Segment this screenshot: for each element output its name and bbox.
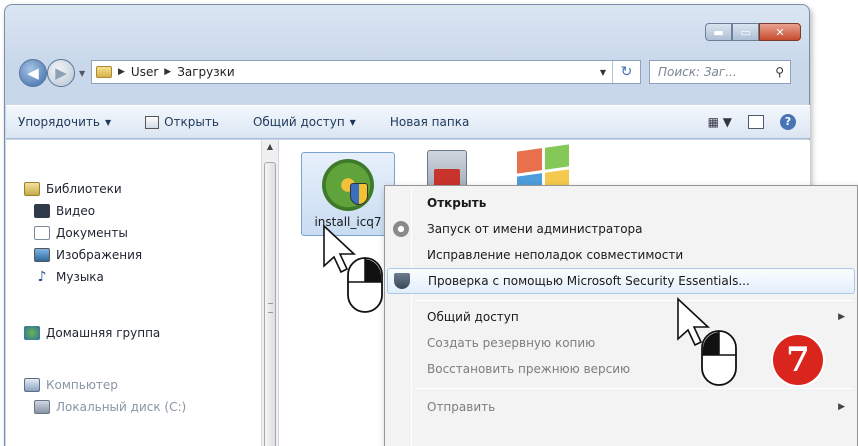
open-label: Открыть — [164, 115, 219, 129]
computer-icon — [24, 378, 40, 392]
menu-item-label: Открыть — [427, 196, 487, 210]
menu-separator — [415, 388, 853, 389]
mouse-right-button-icon — [347, 257, 383, 313]
menu-item-open[interactable]: Открыть — [387, 190, 855, 216]
scroll-up-icon[interactable]: ▲ — [262, 142, 278, 151]
nav-item-documents[interactable]: Документы — [34, 226, 128, 240]
search-icon[interactable]: ⚲ — [775, 65, 784, 79]
organize-label: Упорядочить — [18, 115, 100, 129]
search-input[interactable]: Поиск: Заг... ⚲ — [649, 60, 791, 84]
forward-button[interactable]: ▶ — [47, 59, 75, 87]
menu-item-label: Исправление неполадок совместимости — [427, 248, 684, 262]
menu-separator — [415, 300, 853, 301]
nav-item-local-disk[interactable]: Локальный диск (C:) — [34, 400, 186, 414]
menu-item-share[interactable]: Общий доступ ▶ — [387, 304, 855, 330]
menu-item-label: Запуск от имени администратора — [427, 222, 643, 236]
chevron-down-icon: ▼ — [104, 117, 112, 127]
address-bar[interactable]: ▶ User ▶ Загрузки ▼ ↻ — [91, 60, 641, 84]
menu-item-label: Восстановить прежнюю версию — [427, 362, 631, 376]
nav-label: Библиотеки — [46, 182, 122, 196]
preview-pane-icon[interactable] — [748, 115, 764, 129]
cursor-right-click-illustration — [323, 224, 383, 313]
new-folder-label: Новая папка — [389, 115, 470, 129]
scroll-thumb[interactable] — [264, 162, 276, 446]
menu-item-scan-mse[interactable]: Проверка с помощью Microsoft Security Es… — [387, 268, 855, 294]
nav-label: Документы — [56, 226, 128, 240]
back-arrow-icon: ◀ — [27, 64, 39, 82]
chevron-down-icon: ▼ — [349, 117, 356, 127]
nav-label: Компьютер — [46, 378, 118, 392]
nav-label: Локальный диск (C:) — [56, 400, 187, 414]
minimize-button[interactable]: ▬ — [705, 23, 732, 41]
new-folder-button[interactable]: Новая папка — [390, 115, 469, 129]
menu-item-label: Проверка с помощью Microsoft Security Es… — [428, 274, 750, 288]
nav-label: Видео — [56, 204, 96, 218]
breadcrumb-user[interactable]: User — [131, 65, 158, 79]
menu-item-troubleshoot[interactable]: Исправление неполадок совместимости — [387, 242, 855, 268]
address-row: ◀ ▶ ▼ ▶ User ▶ Загрузки ▼ ↻ Поиск: Заг..… — [19, 57, 791, 89]
context-menu: Открыть Запуск от имени администратора И… — [384, 185, 858, 446]
nav-label: Музыка — [56, 270, 104, 284]
share-label: Общий доступ — [252, 115, 345, 129]
open-button[interactable]: Открыть — [145, 115, 219, 129]
navigation-pane: Библиотеки Видео Документы Изображения ♪… — [6, 140, 261, 446]
help-icon[interactable]: ? — [780, 114, 796, 130]
documents-icon — [34, 226, 50, 240]
command-bar: Упорядочить ▼ Открыть Общий доступ ▼ Новая… — [6, 105, 810, 139]
menu-item-send-to[interactable]: Отправить ▶ — [387, 394, 855, 420]
back-button[interactable]: ◀ — [19, 59, 47, 87]
nav-item-homegroup[interactable]: Домашняя группа — [24, 326, 160, 340]
grip-icon — [268, 303, 273, 313]
close-button[interactable]: ✕ — [759, 23, 801, 41]
music-icon: ♪ — [37, 269, 47, 285]
uac-shield-icon — [350, 183, 368, 205]
share-button[interactable]: Общий доступ ▼ — [253, 115, 356, 129]
submenu-arrow-icon: ▶ — [838, 402, 845, 412]
nav-scrollbar[interactable]: ▲ — [261, 140, 278, 446]
search-placeholder: Поиск: Заг... — [658, 65, 737, 79]
address-dropdown-icon[interactable]: ▼ — [594, 68, 612, 77]
mouse-left-button-icon — [701, 330, 737, 386]
arrow-cursor-icon — [677, 297, 711, 347]
nav-item-video[interactable]: Видео — [34, 204, 95, 218]
chevron-right-icon[interactable]: ▶ — [118, 67, 125, 77]
forward-arrow-icon: ▶ — [55, 64, 67, 82]
step-badge: 7 — [773, 335, 823, 385]
folder-icon — [96, 66, 112, 78]
recent-pages-dropdown[interactable]: ▼ — [79, 69, 85, 78]
menu-item-run-as-admin[interactable]: Запуск от имени администратора — [387, 216, 855, 242]
nav-item-libraries[interactable]: Библиотеки — [24, 182, 122, 196]
homegroup-icon — [24, 326, 40, 340]
view-options-icon[interactable]: ▦ ▼ — [708, 115, 732, 129]
maximize-button[interactable]: ▭ — [732, 23, 759, 41]
nav-item-computer[interactable]: Компьютер — [24, 378, 118, 392]
video-icon — [34, 204, 50, 218]
arrow-cursor-icon — [323, 224, 357, 274]
disk-icon — [34, 400, 50, 414]
menu-item-label: Общий доступ — [427, 310, 519, 324]
window-controls: ▬ ▭ ✕ — [705, 23, 801, 41]
nav-label: Изображения — [56, 248, 143, 262]
nav-item-images[interactable]: Изображения — [34, 248, 142, 262]
menu-item-label: Отправить — [427, 400, 496, 414]
chevron-right-icon[interactable]: ▶ — [164, 67, 171, 77]
menu-item-label: Создать резервную копию — [427, 336, 596, 350]
cursor-left-click-illustration — [677, 297, 737, 386]
refresh-icon[interactable]: ↻ — [612, 61, 640, 83]
breadcrumb-downloads[interactable]: Загрузки — [177, 65, 235, 79]
organize-button[interactable]: Упорядочить ▼ — [18, 115, 111, 129]
images-icon — [34, 248, 50, 262]
open-icon — [145, 115, 160, 129]
nav-label: Домашняя группа — [46, 326, 161, 340]
nav-item-music[interactable]: ♪ Музыка — [34, 270, 104, 284]
libraries-icon — [24, 182, 40, 196]
submenu-arrow-icon: ▶ — [838, 312, 845, 322]
